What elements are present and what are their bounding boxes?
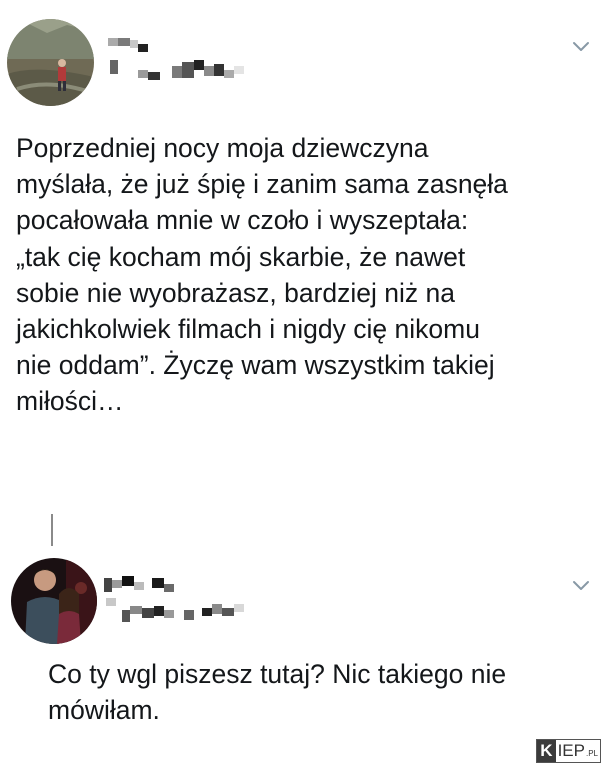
tweet-author-avatar[interactable] [7,19,94,106]
watermark-suffix: .PL [585,749,598,758]
chevron-down-icon[interactable] [571,579,591,593]
thread-connector-line [51,514,53,546]
kiep-watermark-logo: K IEP .PL [536,739,601,763]
watermark-k: K [537,740,556,762]
reply-text: Co ty wgl piszesz tutaj? Nic takiego nie… [48,659,507,726]
outdoor-photo-avatar [7,19,94,106]
reply-author-avatar[interactable] [11,558,97,644]
chevron-down-icon[interactable] [571,40,591,54]
tweet-text: Poprzedniej nocy moja dziewczyna myślała… [16,133,508,417]
couple-photo-avatar [11,558,97,644]
watermark-text: IEP [557,741,585,760]
reply-author-name-pixelated [104,576,244,622]
author-name-pixelated [108,38,244,80]
